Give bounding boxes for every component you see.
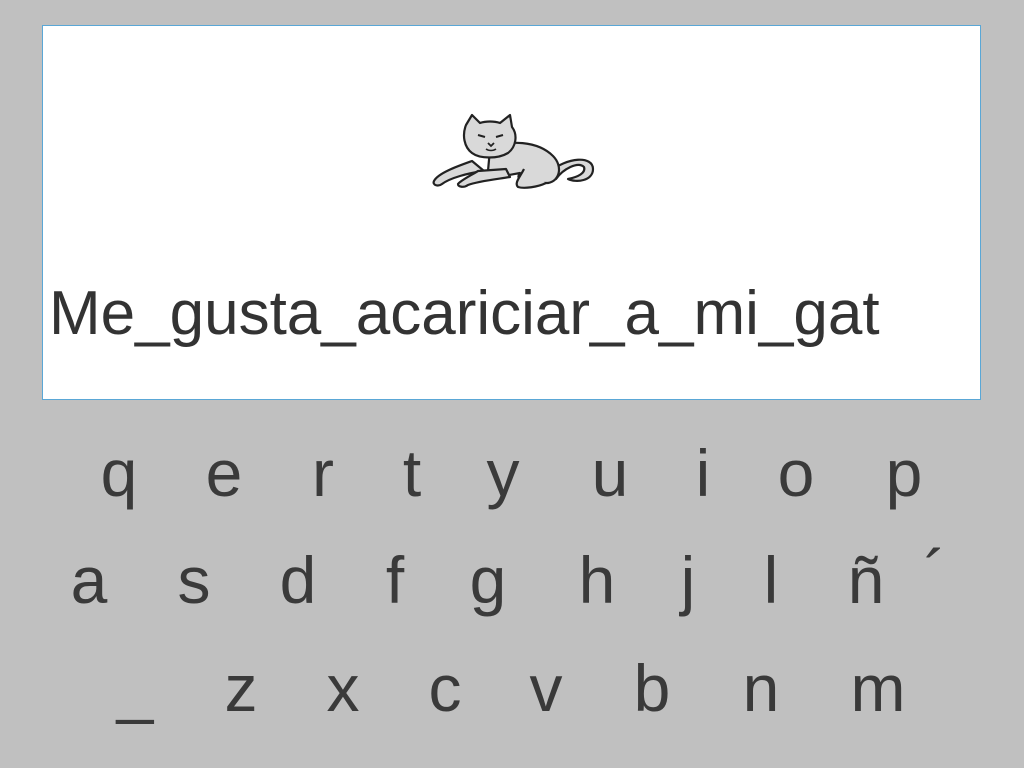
key-i[interactable]: i bbox=[663, 435, 743, 511]
key-e[interactable]: e bbox=[184, 435, 264, 511]
key-d[interactable]: d bbox=[258, 542, 338, 618]
key-m[interactable]: m bbox=[838, 650, 918, 726]
key-u[interactable]: u bbox=[570, 435, 650, 511]
key-a[interactable]: a bbox=[49, 542, 129, 618]
key-z[interactable]: z bbox=[201, 650, 281, 726]
key-underscore[interactable]: _ bbox=[95, 650, 175, 726]
key-v[interactable]: v bbox=[506, 650, 586, 726]
key-acute-accent[interactable]: ´ bbox=[895, 535, 975, 611]
key-l[interactable]: l bbox=[731, 542, 811, 618]
key-q[interactable]: q bbox=[79, 435, 159, 511]
key-n-tilde[interactable]: ñ bbox=[826, 542, 906, 618]
key-f[interactable]: f bbox=[355, 542, 435, 618]
key-o[interactable]: o bbox=[756, 435, 836, 511]
key-g[interactable]: g bbox=[448, 542, 528, 618]
cat-icon bbox=[432, 113, 595, 189]
typing-app: Me_gusta_acariciar_a_mi_gat q e r t y u … bbox=[0, 0, 1024, 768]
key-r[interactable]: r bbox=[283, 435, 363, 511]
key-c[interactable]: c bbox=[405, 650, 485, 726]
key-t[interactable]: t bbox=[372, 435, 452, 511]
key-n[interactable]: n bbox=[721, 650, 801, 726]
key-y[interactable]: y bbox=[463, 435, 543, 511]
key-x[interactable]: x bbox=[303, 650, 383, 726]
key-j[interactable]: j bbox=[648, 542, 728, 618]
key-p[interactable]: p bbox=[864, 435, 944, 511]
key-h[interactable]: h bbox=[557, 542, 637, 618]
key-s[interactable]: s bbox=[154, 542, 234, 618]
sentence-display-panel: Me_gusta_acariciar_a_mi_gat bbox=[42, 25, 981, 400]
key-b[interactable]: b bbox=[612, 650, 692, 726]
typed-sentence: Me_gusta_acariciar_a_mi_gat bbox=[49, 279, 880, 348]
